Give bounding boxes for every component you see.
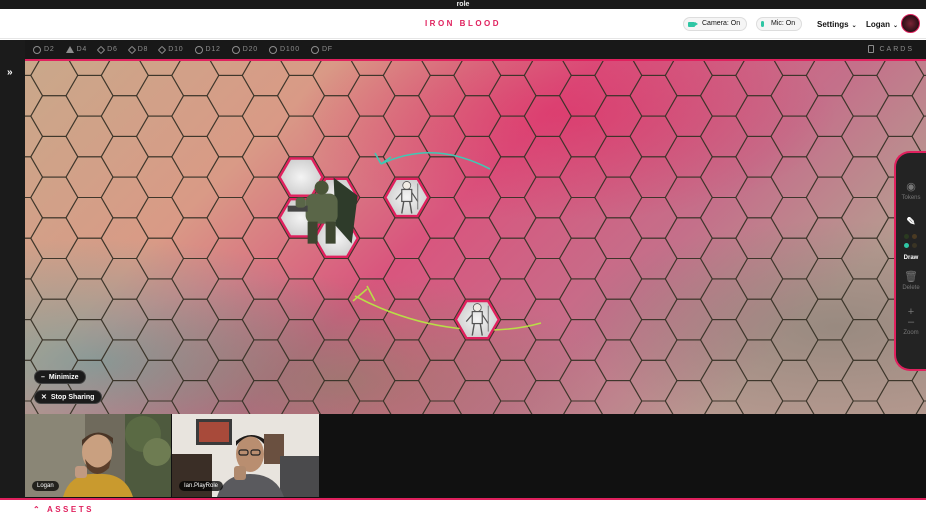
video-tile-logan[interactable]: Logan (25, 414, 171, 497)
app-header: IRON BLOOD Camera: On Mic: On Settings ⌄ … (0, 9, 926, 39)
assets-label: ASSETS (46, 505, 94, 514)
draw-tool-label: Draw (903, 255, 919, 261)
camera-toggle-button[interactable]: Camera: On (683, 17, 748, 31)
die-label: D2 (44, 46, 55, 53)
assets-footer: ⌃ ASSETS (0, 498, 926, 518)
window-title: role (456, 1, 470, 8)
tokens-tool-button[interactable]: ◉ Tokens (896, 181, 926, 201)
die-label: DF (321, 46, 333, 53)
video-strip: Logan Ian.PlayRole (25, 414, 926, 498)
left-sidebar: » (0, 40, 25, 498)
d6-icon (96, 45, 106, 54)
die-label: D12 (205, 46, 221, 53)
user-avatar[interactable] (901, 14, 920, 33)
stop-sharing-label: Stop Sharing (50, 394, 95, 401)
d10-icon (158, 45, 167, 54)
battle-map[interactable]: – Minimize ✕ Stop Sharing (25, 59, 926, 414)
pencil-icon: ✎ (906, 216, 916, 228)
stop-sharing-button[interactable]: ✕ Stop Sharing (34, 390, 103, 404)
participant-name-label: Ian.PlayRole (179, 481, 224, 491)
draw-tool-button[interactable]: ✎ (896, 216, 926, 230)
chevron-down-icon: ⌄ (893, 23, 899, 29)
zoom-tool-label: Zoom (903, 330, 919, 336)
settings-menu-button[interactable]: Settings ⌄ (817, 20, 857, 29)
zoom-tool-button[interactable]: + – Zoom (896, 306, 926, 336)
d4-icon (65, 46, 74, 53)
color-swatch[interactable] (912, 243, 917, 248)
cards-button[interactable]: CARDS (868, 45, 914, 53)
die-d12-button[interactable]: D12 (194, 45, 221, 54)
map-toolbar: ◉ Tokens ✎ Draw 🗑 Delete + – Zoom (894, 151, 926, 371)
delete-tool-label: Delete (902, 285, 920, 291)
df-icon (310, 45, 319, 54)
mic-toggle-button[interactable]: Mic: On (756, 17, 803, 31)
d8-icon (127, 45, 136, 54)
video-tile-ian[interactable]: Ian.PlayRole (172, 414, 319, 497)
chevron-down-icon: ⌄ (851, 23, 857, 29)
minimize-button[interactable]: – Minimize (34, 370, 87, 384)
window-title-bar: role (0, 0, 926, 9)
color-swatch[interactable] (904, 243, 909, 248)
cards-label: CARDS (879, 45, 914, 53)
die-d10-button[interactable]: D10 (158, 45, 184, 54)
chevron-up-icon: ⌃ (33, 505, 43, 514)
user-name: Logan (866, 20, 890, 29)
die-label: D10 (168, 46, 184, 53)
die-d4-button[interactable]: D4 (65, 46, 88, 53)
camera-label: Camera: On (702, 20, 741, 27)
die-d20-button[interactable]: D20 (231, 45, 258, 54)
assets-toggle-button[interactable]: ⌃ ASSETS (33, 505, 94, 514)
dice-bar: D2 D4 D6 D8 D10 D12 D20 D100 DF CARDS (25, 40, 926, 59)
expand-sidebar-icon[interactable]: » (7, 67, 13, 78)
camera-icon (688, 21, 698, 27)
die-label: D6 (107, 46, 118, 53)
delete-tool-button[interactable]: 🗑 Delete (896, 271, 926, 291)
close-icon: ✕ (41, 394, 47, 401)
minimize-label: Minimize (48, 374, 79, 381)
microphone-icon (761, 21, 764, 27)
color-swatch[interactable] (912, 234, 917, 239)
die-label: D20 (242, 46, 258, 53)
token-icon: ◉ (906, 181, 916, 193)
user-menu-button[interactable]: Logan ⌄ (866, 20, 898, 29)
color-swatch[interactable] (904, 234, 909, 239)
die-label: D4 (76, 46, 88, 53)
die-df-button[interactable]: DF (310, 45, 333, 54)
d2-icon (33, 45, 41, 54)
die-label: D8 (137, 46, 149, 53)
cards-icon (868, 45, 875, 53)
die-d100-button[interactable]: D100 (269, 45, 300, 54)
trash-icon: 🗑 (904, 271, 918, 283)
token-skeleton-2[interactable] (454, 299, 501, 340)
settings-label: Settings (817, 20, 849, 29)
hex-grid-map[interactable] (25, 61, 926, 414)
die-label: D100 (280, 46, 300, 53)
minus-icon: – (41, 374, 45, 381)
d20-icon (231, 45, 240, 54)
die-d2-button[interactable]: D2 (33, 45, 55, 54)
token-skeleton-1[interactable] (383, 177, 430, 218)
mic-label: Mic: On (771, 20, 796, 27)
die-d6-button[interactable]: D6 (96, 45, 118, 54)
d100-icon (269, 45, 277, 54)
participant-name-label: Logan (32, 481, 59, 491)
d12-icon (194, 45, 203, 54)
tokens-tool-label: Tokens (901, 195, 921, 201)
draw-tool-label-wrap: Draw (896, 255, 926, 261)
die-d8-button[interactable]: D8 (127, 45, 149, 54)
minus-icon: – (907, 316, 915, 328)
